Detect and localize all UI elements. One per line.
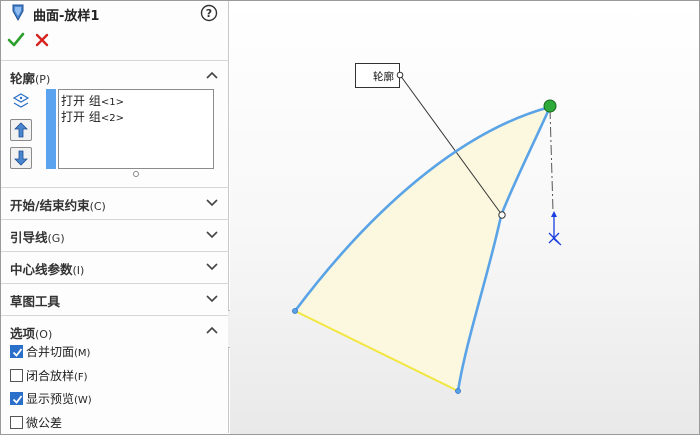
- check-icon: [12, 347, 23, 357]
- checkbox-checked[interactable]: [10, 344, 23, 358]
- feature-title-bar: 曲面-放样1 ?: [1, 1, 229, 25]
- green-connector-handle[interactable]: [543, 99, 557, 113]
- section-sketch-tools-title: 草图工具: [10, 294, 61, 309]
- chevron-down-icon[interactable]: [206, 293, 218, 303]
- option-label: 合并切面(M): [26, 344, 91, 359]
- profile-list-item[interactable]: 打开 组<1>: [61, 92, 124, 109]
- merge-tangent-faces-checkbox[interactable]: 合并切面(M): [10, 343, 90, 359]
- selection-color-strip: [46, 89, 56, 169]
- curve-endpoint[interactable]: [292, 308, 298, 314]
- arrow-up-icon: [14, 122, 28, 138]
- chevron-up-icon[interactable]: [206, 70, 218, 80]
- profile-list[interactable]: 打开 组<1> 打开 组<2>: [58, 89, 214, 169]
- chevron-up-icon[interactable]: [206, 325, 218, 335]
- arrow-down-icon: [14, 150, 28, 166]
- loft-surface-preview: [295, 107, 550, 391]
- close-loft-checkbox[interactable]: 闭合放样(F): [10, 367, 88, 383]
- section-profile-header[interactable]: 轮廓(P): [1, 61, 229, 89]
- loft-preview-scene: [292, 74, 562, 394]
- chevron-down-icon[interactable]: [206, 229, 218, 239]
- checkbox-checked[interactable]: [10, 391, 23, 405]
- section-profile-title: 轮廓(P): [10, 71, 51, 86]
- svg-text:?: ?: [206, 7, 212, 20]
- profile-selection-icon: [12, 93, 30, 108]
- profile-connector-point[interactable]: [498, 211, 506, 219]
- chevron-down-icon[interactable]: [206, 261, 218, 271]
- section-start-end-title: 开始/结束约束(C): [10, 198, 106, 213]
- section-sketch-tools-header[interactable]: 草图工具: [1, 284, 229, 312]
- section-centerline-header[interactable]: 中心线参数(I): [1, 252, 229, 280]
- list-resize-handle[interactable]: [133, 171, 139, 177]
- feature-title: 曲面-放样1: [33, 9, 100, 24]
- curve-endpoint[interactable]: [455, 388, 461, 394]
- profile-callout-box[interactable]: 轮廓: [355, 63, 400, 88]
- section-options-title: 选项(O): [10, 326, 53, 341]
- chevron-down-icon[interactable]: [206, 197, 218, 207]
- profile-list-item[interactable]: 打开 组<2>: [61, 108, 124, 125]
- cancel-x-icon[interactable]: [33, 31, 51, 49]
- section-centerline-title: 中心线参数(I): [10, 262, 85, 277]
- section-guides-title: 引导线(G): [10, 230, 65, 245]
- callout-anchor-point: [396, 71, 404, 79]
- micro-tolerance-checkbox[interactable]: 微公差: [10, 414, 62, 430]
- triad-icon[interactable]: [548, 211, 562, 246]
- section-options-header[interactable]: 选项(O): [1, 316, 229, 344]
- help-icon[interactable]: ?: [200, 4, 218, 22]
- option-label: 微公差: [26, 415, 63, 430]
- loft-surface-icon: [12, 4, 24, 22]
- section-guide-curves-header[interactable]: 引导线(G): [1, 220, 229, 248]
- property-manager-panel: 曲面-放样1 ? 轮廓(P) 打开 组<1> 打开 组<2> 开始/结束约束(C…: [1, 1, 229, 433]
- move-up-button[interactable]: [10, 119, 32, 141]
- profile-callout-label: 轮廓: [373, 71, 394, 83]
- check-icon: [12, 394, 23, 404]
- move-down-button[interactable]: [10, 147, 32, 169]
- section-start-end-constraints-header[interactable]: 开始/结束约束(C): [1, 188, 229, 216]
- checkbox-unchecked[interactable]: [10, 368, 23, 382]
- show-preview-checkbox[interactable]: 显示预览(W): [10, 390, 92, 406]
- option-label: 显示预览(W): [26, 391, 92, 406]
- axis-centerline: [549, 108, 554, 212]
- option-label: 闭合放样(F): [26, 368, 88, 383]
- ok-check-icon[interactable]: [7, 31, 25, 49]
- graphics-viewport[interactable]: 轮廓: [230, 1, 699, 434]
- checkbox-unchecked[interactable]: [10, 415, 23, 429]
